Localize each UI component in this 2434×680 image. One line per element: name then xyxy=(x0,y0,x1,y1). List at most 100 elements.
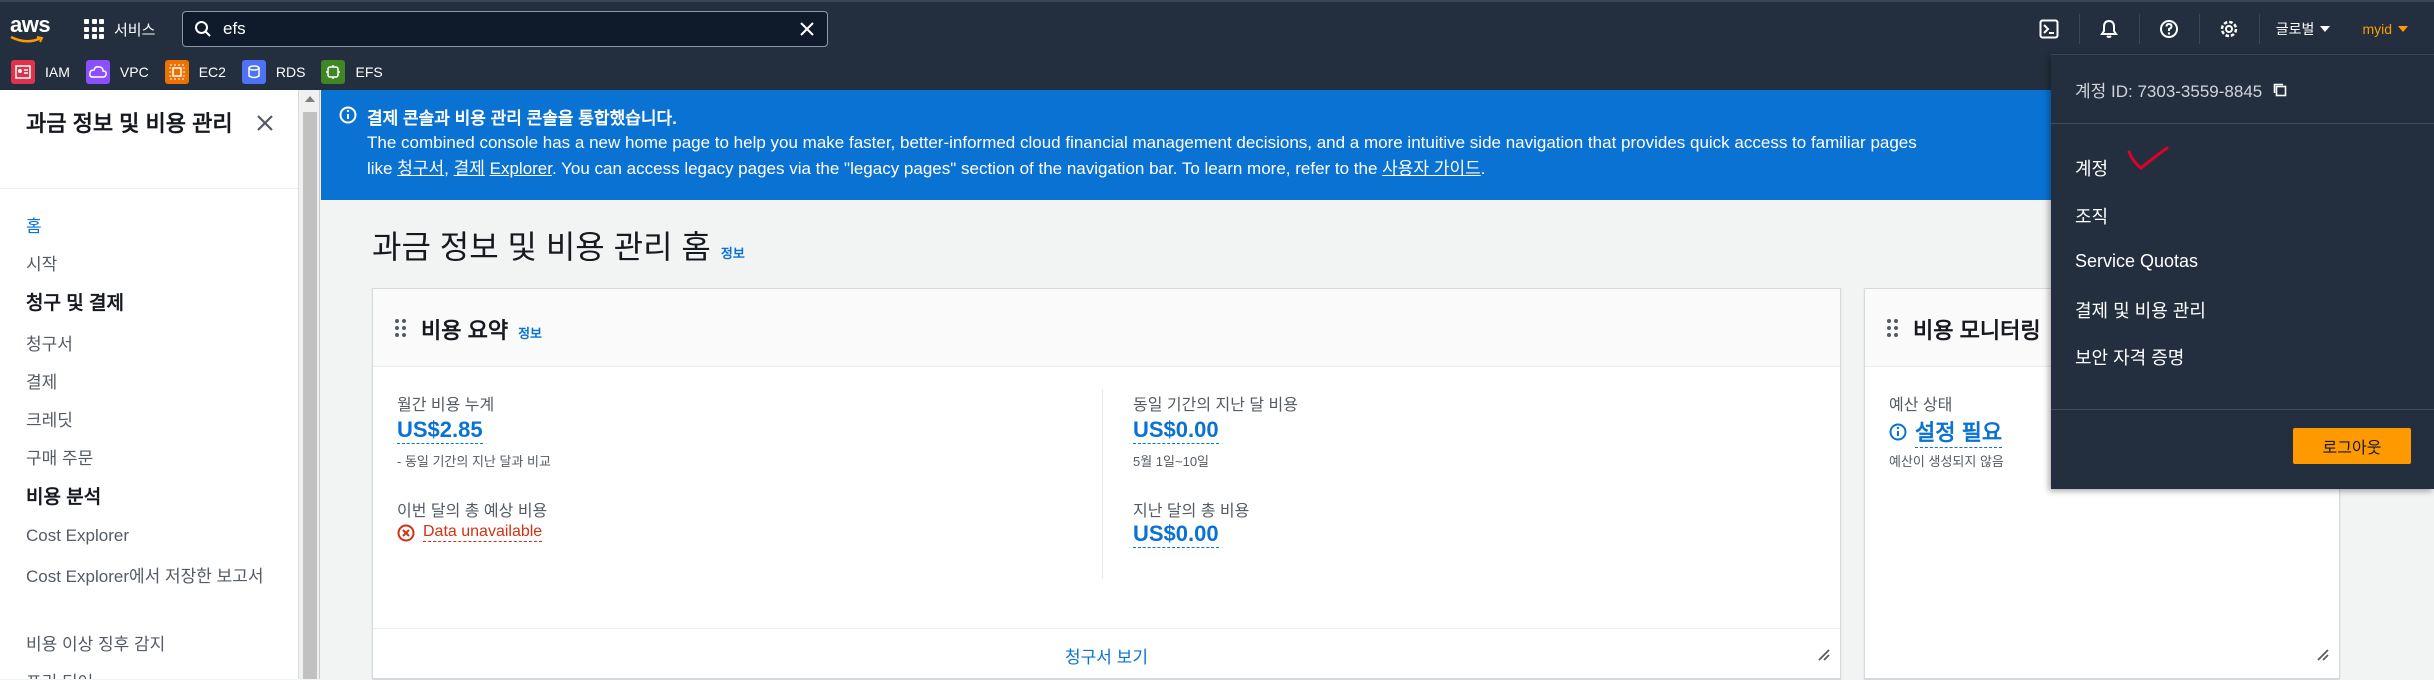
divider xyxy=(2051,123,2434,124)
favorite-ec2[interactable]: EC2 xyxy=(164,60,226,84)
column-divider xyxy=(1102,389,1103,579)
last-month-total-label: 지난 달의 총 비용 xyxy=(1133,503,1250,520)
aws-logo[interactable]: aws xyxy=(10,12,52,43)
page-title: 과금 정보 및 비용 관리 홈 정보 xyxy=(372,222,745,268)
caret-down-icon xyxy=(2320,26,2331,32)
banner-link-bills[interactable]: 청구서 xyxy=(397,159,444,178)
services-menu-button[interactable]: 서비스 xyxy=(84,16,155,42)
favorite-vpc[interactable]: VPC xyxy=(85,60,149,84)
settings-gear-icon[interactable] xyxy=(2200,14,2260,44)
grid-icon xyxy=(84,19,104,39)
banner-title: 결제 콘솔과 비용 관리 콘솔을 통합했습니다. xyxy=(367,109,677,128)
favorite-iam[interactable]: IAM xyxy=(11,60,70,84)
last-month-same-period-value[interactable]: US$0.00 xyxy=(1133,417,1219,444)
divider xyxy=(0,188,298,189)
budget-status-label: 예산 상태 xyxy=(1889,397,1953,414)
caret-down-icon xyxy=(2398,26,2408,32)
menu-item-account[interactable]: 계정 xyxy=(2075,155,2108,181)
resize-handle-icon[interactable] xyxy=(2315,647,2329,666)
forecast-error-text[interactable]: Data unavailable xyxy=(423,523,543,542)
banner-link-payments[interactable]: 결제 xyxy=(454,159,485,178)
nav-item-saved-reports[interactable]: Cost Explorer에서 저장한 보고서 xyxy=(26,564,266,590)
last-month-total-value[interactable]: US$0.00 xyxy=(1133,521,1219,548)
vpc-service-icon xyxy=(85,60,110,84)
nav-item-cost-explorer[interactable]: Cost Explorer xyxy=(26,526,129,546)
error-icon xyxy=(397,524,415,541)
view-bills-link[interactable]: 청구서 보기 xyxy=(1065,648,1148,667)
search-icon xyxy=(183,20,223,38)
card-title: 비용 모니터링 xyxy=(1913,318,2041,343)
account-menu-button[interactable]: myid xyxy=(2346,14,2434,44)
budget-status-sub: 예산이 생성되지 않음 xyxy=(1889,454,2004,469)
menu-item-security-credentials[interactable]: 보안 자격 증명 xyxy=(2075,344,2184,370)
info-icon xyxy=(339,106,357,129)
divider xyxy=(2051,409,2434,410)
efs-service-icon xyxy=(321,60,346,84)
drag-handle-icon[interactable] xyxy=(395,319,406,337)
favorite-label: EC2 xyxy=(198,64,226,80)
forecast-error: Data unavailable xyxy=(397,523,543,542)
nav-item-home[interactable]: 홈 xyxy=(26,212,42,237)
banner-link-explorer[interactable]: Explorer xyxy=(490,159,552,178)
banner-link-user-guide[interactable]: 사용자 가이드 xyxy=(1382,159,1481,178)
nav-item-bills[interactable]: 청구서 xyxy=(26,330,73,355)
forecast-label: 이번 달의 총 예상 비용 xyxy=(397,503,548,520)
search-input[interactable] xyxy=(223,19,787,39)
scrollbar-thumb[interactable] xyxy=(303,112,317,679)
ec2-service-icon xyxy=(164,60,189,84)
notifications-bell-icon[interactable] xyxy=(2080,14,2140,44)
info-icon xyxy=(1889,423,1907,440)
favorite-rds[interactable]: RDS xyxy=(241,60,306,84)
nav-item-getting-started[interactable]: 시작 xyxy=(26,250,57,275)
copy-icon[interactable] xyxy=(2272,82,2288,98)
top-right-toolbar: 글로벌 myid xyxy=(2020,14,2434,44)
sidenav-scrollbar[interactable] xyxy=(300,90,320,679)
clear-search-icon[interactable] xyxy=(787,21,827,37)
nav-item-free-tier[interactable]: 프리 티어 xyxy=(26,668,93,679)
scroll-up-arrow-icon[interactable] xyxy=(305,96,315,102)
card-title: 비용 요약 정보 xyxy=(421,318,542,343)
services-label: 서비스 xyxy=(114,21,156,39)
aws-smile-icon xyxy=(10,36,44,43)
cost-summary-card: 비용 요약 정보 월간 비용 누계 US$2.85 - 동일 기간의 지난 달과… xyxy=(372,288,1841,679)
search-box[interactable] xyxy=(182,11,828,47)
budget-status-value[interactable]: 설정 필요 xyxy=(1915,415,2003,448)
last-month-same-period-range: 5월 1일~10일 xyxy=(1133,454,1210,469)
drag-handle-icon[interactable] xyxy=(1887,319,1898,337)
sidenav-title: 과금 정보 및 비용 관리 xyxy=(26,111,233,136)
card-info-link[interactable]: 정보 xyxy=(518,323,542,342)
top-navigation-bar: aws 서비스 글로벌 myid xyxy=(0,0,2434,54)
cloudshell-icon[interactable] xyxy=(2020,14,2080,44)
logout-button[interactable]: 로그아웃 xyxy=(2293,428,2411,464)
region-selector[interactable]: 글로벌 xyxy=(2260,14,2347,44)
budget-status-row: 설정 필요 xyxy=(1889,415,2003,448)
region-label: 글로벌 xyxy=(2275,21,2315,37)
menu-item-organizations[interactable]: 조직 xyxy=(2075,203,2108,229)
nav-item-anomaly-detection[interactable]: 비용 이상 징후 감지 xyxy=(26,630,165,655)
favorite-efs[interactable]: EFS xyxy=(321,60,383,84)
check-mark-annotation-icon xyxy=(2127,146,2169,170)
menu-item-billing[interactable]: 결제 및 비용 관리 xyxy=(2075,297,2206,323)
last-month-same-period-label: 동일 기간의 지난 달 비용 xyxy=(1133,397,1298,414)
page-title-text: 과금 정보 및 비용 관리 홈 xyxy=(372,229,711,265)
resize-handle-icon[interactable] xyxy=(1816,647,1830,666)
account-id: 계정 ID: 7303-3559-8845 xyxy=(2075,77,2288,102)
iam-service-icon xyxy=(11,60,35,84)
mtd-cost-label: 월간 비용 누계 xyxy=(397,397,495,414)
account-label: myid xyxy=(2362,21,2392,37)
mtd-cost-comparison: - 동일 기간의 지난 달과 비교 xyxy=(397,454,551,469)
mtd-cost-value[interactable]: US$2.85 xyxy=(397,417,483,444)
card-header: 비용 요약 정보 xyxy=(373,289,1840,367)
favorite-label: IAM xyxy=(45,64,70,80)
close-sidenav-icon[interactable] xyxy=(254,112,276,134)
favorite-label: EFS xyxy=(355,64,383,80)
nav-item-credits[interactable]: 크레딧 xyxy=(26,406,73,431)
help-icon[interactable] xyxy=(2140,14,2200,44)
nav-item-purchase-orders[interactable]: 구매 주문 xyxy=(26,444,93,469)
page-info-link[interactable]: 정보 xyxy=(721,243,745,262)
nav-item-payments[interactable]: 결제 xyxy=(26,368,57,393)
menu-item-service-quotas[interactable]: Service Quotas xyxy=(2075,251,2198,272)
card-footer: 청구서 보기 xyxy=(373,628,1840,680)
favorite-label: RDS xyxy=(275,64,306,80)
rds-service-icon xyxy=(241,60,266,84)
